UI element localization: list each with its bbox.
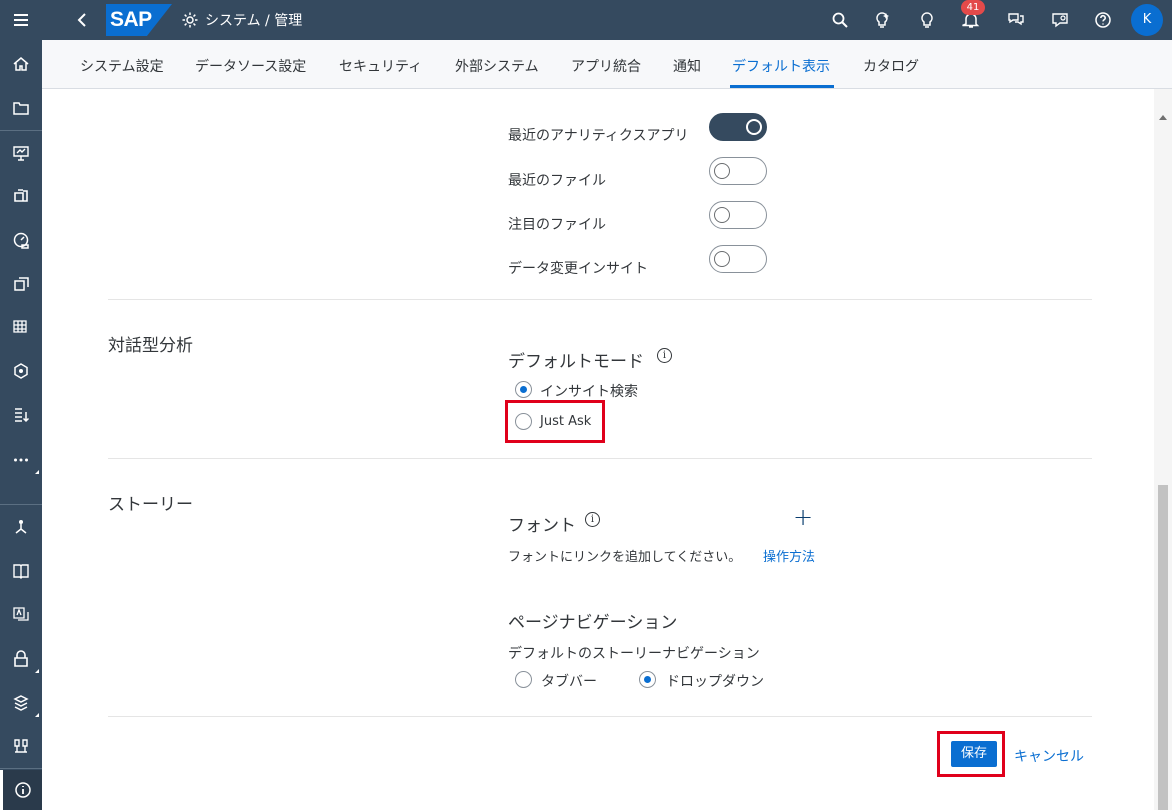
search-icon[interactable] xyxy=(828,8,852,32)
connections-icon[interactable] xyxy=(0,726,42,766)
info-icon[interactable] xyxy=(0,770,42,810)
lock-icon[interactable] xyxy=(0,639,42,679)
avatar[interactable]: K xyxy=(1131,4,1163,36)
notification-badge: 41 xyxy=(961,0,985,15)
active-tab-indicator xyxy=(730,85,834,88)
toggle-recent-apps[interactable] xyxy=(709,113,767,141)
tab-datasource-settings[interactable]: データソース設定 xyxy=(195,56,306,76)
cube-chart-icon[interactable] xyxy=(0,176,42,216)
font-label: フォント xyxy=(508,516,576,536)
font-hint: フォントにリンクを追加してください。 xyxy=(508,550,742,565)
gear-icon xyxy=(178,8,202,32)
section-title-story: ストーリー xyxy=(108,495,193,515)
font-help-link[interactable]: 操作方法 xyxy=(763,546,815,565)
deployment-icon[interactable] xyxy=(0,683,42,723)
section-divider xyxy=(108,716,1092,717)
section-divider xyxy=(108,299,1092,300)
chat-icon[interactable] xyxy=(1004,8,1028,32)
scroll-thumb[interactable] xyxy=(1158,485,1168,810)
radio-dropdown[interactable] xyxy=(639,671,656,688)
toggle-label-data-change-insights: データ変更インサイト xyxy=(508,261,648,277)
toggle-recent-files[interactable] xyxy=(709,157,767,185)
dashboard-icon[interactable] xyxy=(0,220,42,260)
highlight-box-just-ask xyxy=(505,400,605,443)
tab-external-systems[interactable]: 外部システム xyxy=(455,56,539,76)
radio-label-dropdown: ドロップダウン xyxy=(666,674,764,690)
menu-icon[interactable] xyxy=(0,0,42,40)
toggle-featured-files[interactable] xyxy=(709,201,767,229)
page-title: システム / 管理 xyxy=(205,13,303,29)
list-download-icon[interactable] xyxy=(0,395,42,435)
modeler-icon[interactable] xyxy=(0,351,42,391)
back-icon[interactable] xyxy=(70,8,94,32)
tab-notifications[interactable]: 通知 xyxy=(673,56,701,76)
radio-label-insight-search: インサイト検索 xyxy=(540,384,638,400)
page-nav-sub: デフォルトのストーリーナビゲーション xyxy=(508,646,760,662)
help-icon[interactable] xyxy=(1091,8,1115,32)
info-icon[interactable]: i xyxy=(585,512,600,527)
lightbulb-icon[interactable] xyxy=(915,8,939,32)
default-mode-label: デフォルトモード xyxy=(508,352,644,372)
book-icon[interactable] xyxy=(0,551,42,591)
cancel-link[interactable]: キャンセル xyxy=(1014,746,1084,766)
tab-default-appearance[interactable]: デフォルト表示 xyxy=(732,56,830,76)
design-icon[interactable] xyxy=(0,264,42,304)
toggle-data-change-insights[interactable] xyxy=(709,245,767,273)
highlight-box-save xyxy=(937,731,1005,777)
toggle-label-featured-files: 注目のファイル xyxy=(508,217,606,233)
tab-catalog[interactable]: カタログ xyxy=(863,56,919,76)
network-icon[interactable] xyxy=(0,507,42,547)
vertical-scrollbar[interactable] xyxy=(1154,89,1172,810)
section-divider xyxy=(108,458,1092,459)
toggle-label-recent-apps: 最近のアナリティクスアプリ xyxy=(508,128,689,144)
home-icon[interactable] xyxy=(0,44,42,84)
scroll-up-arrow-icon[interactable] xyxy=(1159,115,1167,120)
tab-app-integration[interactable]: アプリ統合 xyxy=(571,56,641,76)
radio-insight-search[interactable] xyxy=(515,381,532,398)
page-nav-title: ページナビゲーション xyxy=(508,613,678,633)
data-table-icon[interactable] xyxy=(0,307,42,347)
radio-tab-bar[interactable] xyxy=(515,671,532,688)
radio-label-tab-bar: タブバー xyxy=(541,674,597,690)
section-title-conversational: 対話型分析 xyxy=(108,336,193,356)
side-navigation xyxy=(0,0,42,810)
folder-icon[interactable] xyxy=(0,88,42,128)
tab-system-settings[interactable]: システム設定 xyxy=(80,56,164,76)
toggle-label-recent-files: 最近のファイル xyxy=(508,173,606,189)
tab-security[interactable]: セキュリティ xyxy=(339,56,422,76)
more-icon[interactable] xyxy=(0,440,42,480)
insight-icon[interactable] xyxy=(870,8,894,32)
presentation-icon[interactable] xyxy=(0,133,42,173)
feedback-icon[interactable] xyxy=(1048,8,1072,32)
add-font-icon[interactable]: + xyxy=(793,503,813,531)
translate-icon[interactable] xyxy=(0,595,42,635)
info-icon[interactable]: i xyxy=(657,348,672,363)
